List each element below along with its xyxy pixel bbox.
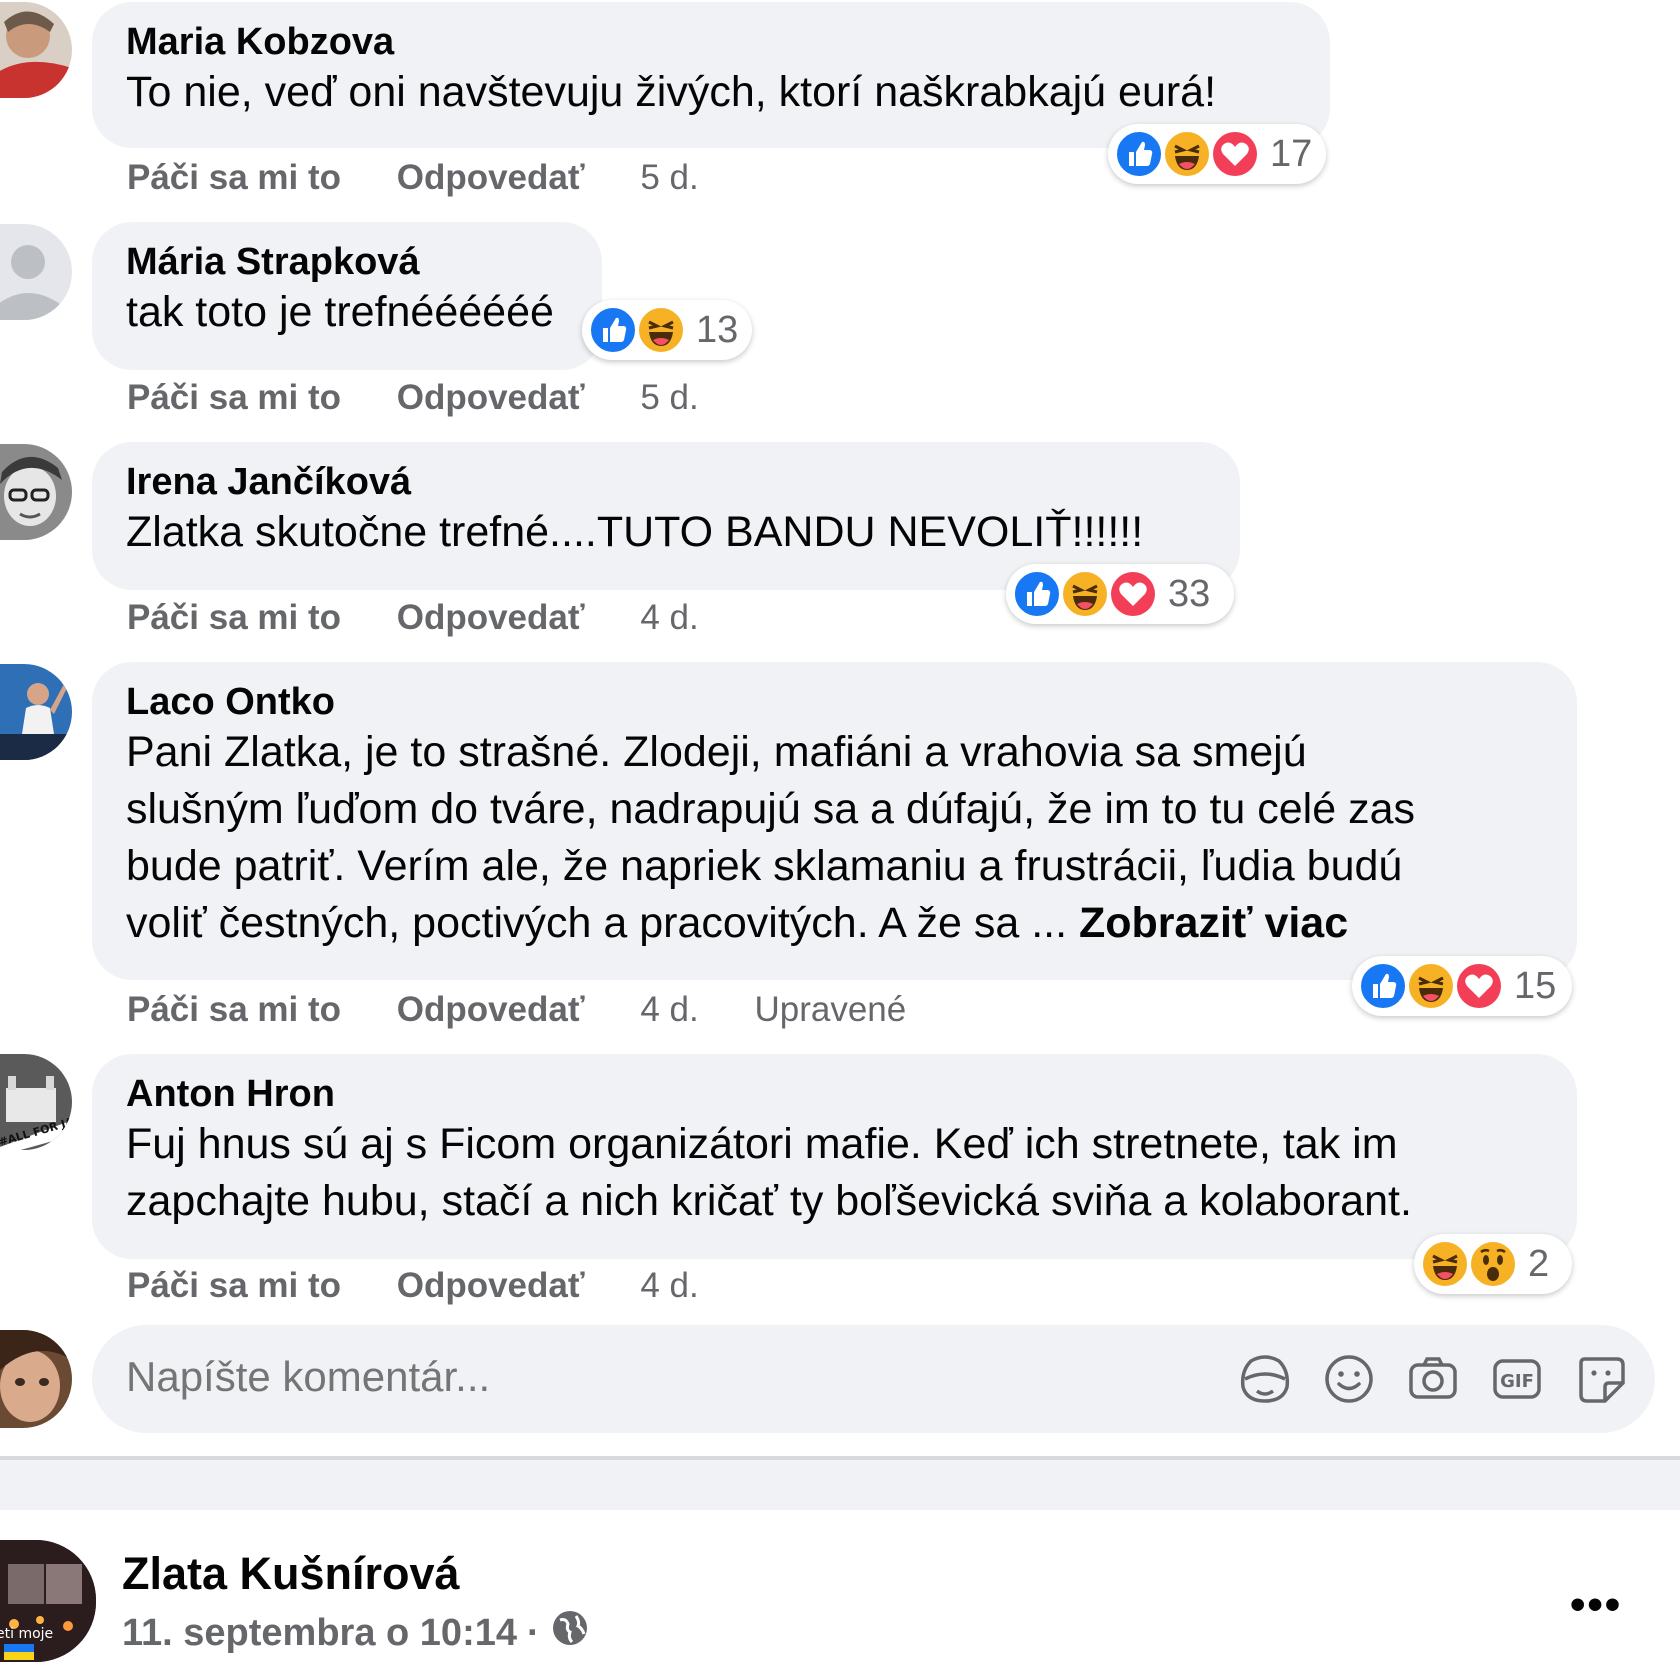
- comment-actions: Páči sa mi to Odpovedať 4 d.: [127, 598, 745, 638]
- comment-composer[interactable]: GIF: [92, 1325, 1655, 1433]
- post-meta: 11. septembra o 10:14 ·: [122, 1608, 590, 1658]
- comment-actions: Páči sa mi to Odpovedať 5 d.: [127, 378, 745, 418]
- post-header: eti moje Zlata Kušnírová 11. septembra o…: [0, 1510, 1680, 1680]
- comment-text: tak toto je trefnéééééé: [126, 288, 554, 336]
- reaction-count: 17: [1270, 132, 1313, 175]
- comment-author[interactable]: Laco Ontko: [126, 680, 1541, 724]
- post-author-avatar[interactable]: eti moje: [0, 1540, 96, 1662]
- like-button[interactable]: Páči sa mi to: [127, 378, 341, 417]
- avatar[interactable]: [0, 664, 72, 760]
- reaction-count: 13: [696, 308, 739, 351]
- comment-bubble: Anton Hron Fuj hnus sú aj s Ficom organi…: [92, 1054, 1577, 1259]
- see-more-link[interactable]: Zobraziť viac: [1079, 899, 1348, 947]
- comment-bubble: Mária Strapková tak toto je trefnéééééé: [92, 222, 602, 370]
- avatar[interactable]: [0, 2, 72, 98]
- reactions-summary[interactable]: 33: [1006, 564, 1234, 624]
- like-reaction-icon: [1114, 129, 1164, 179]
- reactions-summary[interactable]: 13: [582, 300, 752, 360]
- comment-author[interactable]: Anton Hron: [126, 1072, 1541, 1116]
- like-button[interactable]: Páči sa mi to: [127, 1266, 341, 1305]
- comment-actions: Páči sa mi to Odpovedať 4 d. Upravené: [127, 990, 952, 1030]
- comment-bubble: Laco Ontko Pani Zlatka, je to strašné. Z…: [92, 662, 1577, 980]
- like-button[interactable]: Páči sa mi to: [127, 598, 341, 637]
- comment-text: To nie, veď oni navštevuju živých, ktorí…: [126, 68, 1217, 116]
- avatar-overlay-text: eti moje: [0, 1626, 53, 1642]
- reply-button[interactable]: Odpovedať: [397, 378, 585, 417]
- avatar[interactable]: #ALL FOR JAN: [0, 1054, 72, 1150]
- comment-timestamp[interactable]: 5 d.: [640, 158, 698, 197]
- comment-author[interactable]: Maria Kobzova: [126, 20, 1294, 64]
- comment-actions: Páči sa mi to Odpovedať 5 d.: [127, 158, 745, 198]
- reply-button[interactable]: Odpovedať: [397, 598, 585, 637]
- globe-icon: [550, 1608, 590, 1658]
- love-reaction-icon: [1210, 129, 1260, 179]
- like-reaction-icon: [1012, 569, 1062, 619]
- avatar[interactable]: [0, 224, 72, 320]
- emoji-icon[interactable]: [1321, 1351, 1377, 1407]
- haha-reaction-icon: [1060, 569, 1110, 619]
- haha-reaction-icon: [636, 305, 686, 355]
- comment-text: Pani Zlatka, je to strašné. Zlodeji, maf…: [126, 724, 1541, 952]
- haha-reaction-icon: [1420, 1239, 1470, 1289]
- comment-timestamp[interactable]: 4 d.: [640, 990, 698, 1029]
- camera-icon[interactable]: [1405, 1351, 1461, 1407]
- like-button[interactable]: Páči sa mi to: [127, 990, 341, 1029]
- reply-button[interactable]: Odpovedať: [397, 1266, 585, 1305]
- wow-reaction-icon: [1468, 1239, 1518, 1289]
- edited-label[interactable]: Upravené: [754, 990, 906, 1029]
- comment-input[interactable]: [126, 1353, 1226, 1401]
- reaction-count: 15: [1514, 964, 1557, 1007]
- love-reaction-icon: [1108, 569, 1158, 619]
- haha-reaction-icon: [1406, 961, 1456, 1011]
- like-reaction-icon: [588, 305, 638, 355]
- meta-separator: ·: [527, 1611, 540, 1654]
- current-user-avatar[interactable]: [0, 1330, 72, 1428]
- reactions-summary[interactable]: 2: [1414, 1234, 1572, 1294]
- post-more-button[interactable]: •••: [1570, 1580, 1622, 1630]
- comment-text: Zlatka skutočne trefné....TUTO BANDU NEV…: [126, 508, 1144, 556]
- reactions-summary[interactable]: 17: [1108, 124, 1326, 184]
- post-date[interactable]: 11. septembra o 10:14: [122, 1612, 517, 1655]
- avatar-sticker-icon[interactable]: [1237, 1351, 1293, 1407]
- comment-text: Fuj hnus sú aj s Ficom organizátori mafi…: [126, 1120, 1412, 1225]
- post-author-name[interactable]: Zlata Kušnírová: [122, 1548, 460, 1600]
- comment-timestamp[interactable]: 4 d.: [640, 598, 698, 637]
- haha-reaction-icon: [1162, 129, 1212, 179]
- feed-separator: [0, 1460, 1680, 1510]
- comment-author[interactable]: Irena Jančíková: [126, 460, 1204, 504]
- comment-timestamp[interactable]: 5 d.: [640, 378, 698, 417]
- gif-icon-label: GIF: [1500, 1371, 1534, 1392]
- reply-button[interactable]: Odpovedať: [397, 158, 585, 197]
- comment-timestamp[interactable]: 4 d.: [640, 1266, 698, 1305]
- avatar[interactable]: [0, 444, 72, 540]
- comment-author[interactable]: Mária Strapková: [126, 240, 566, 284]
- like-reaction-icon: [1358, 961, 1408, 1011]
- gif-icon[interactable]: GIF: [1489, 1351, 1545, 1407]
- comment-actions: Páči sa mi to Odpovedať 4 d.: [127, 1266, 745, 1306]
- sticker-icon[interactable]: [1573, 1351, 1629, 1407]
- like-button[interactable]: Páči sa mi to: [127, 158, 341, 197]
- reply-button[interactable]: Odpovedať: [397, 990, 585, 1029]
- reactions-summary[interactable]: 15: [1352, 956, 1572, 1016]
- love-reaction-icon: [1454, 961, 1504, 1011]
- reaction-count: 33: [1168, 572, 1211, 615]
- composer-icons: GIF: [1209, 1351, 1629, 1407]
- reaction-count: 2: [1528, 1242, 1550, 1285]
